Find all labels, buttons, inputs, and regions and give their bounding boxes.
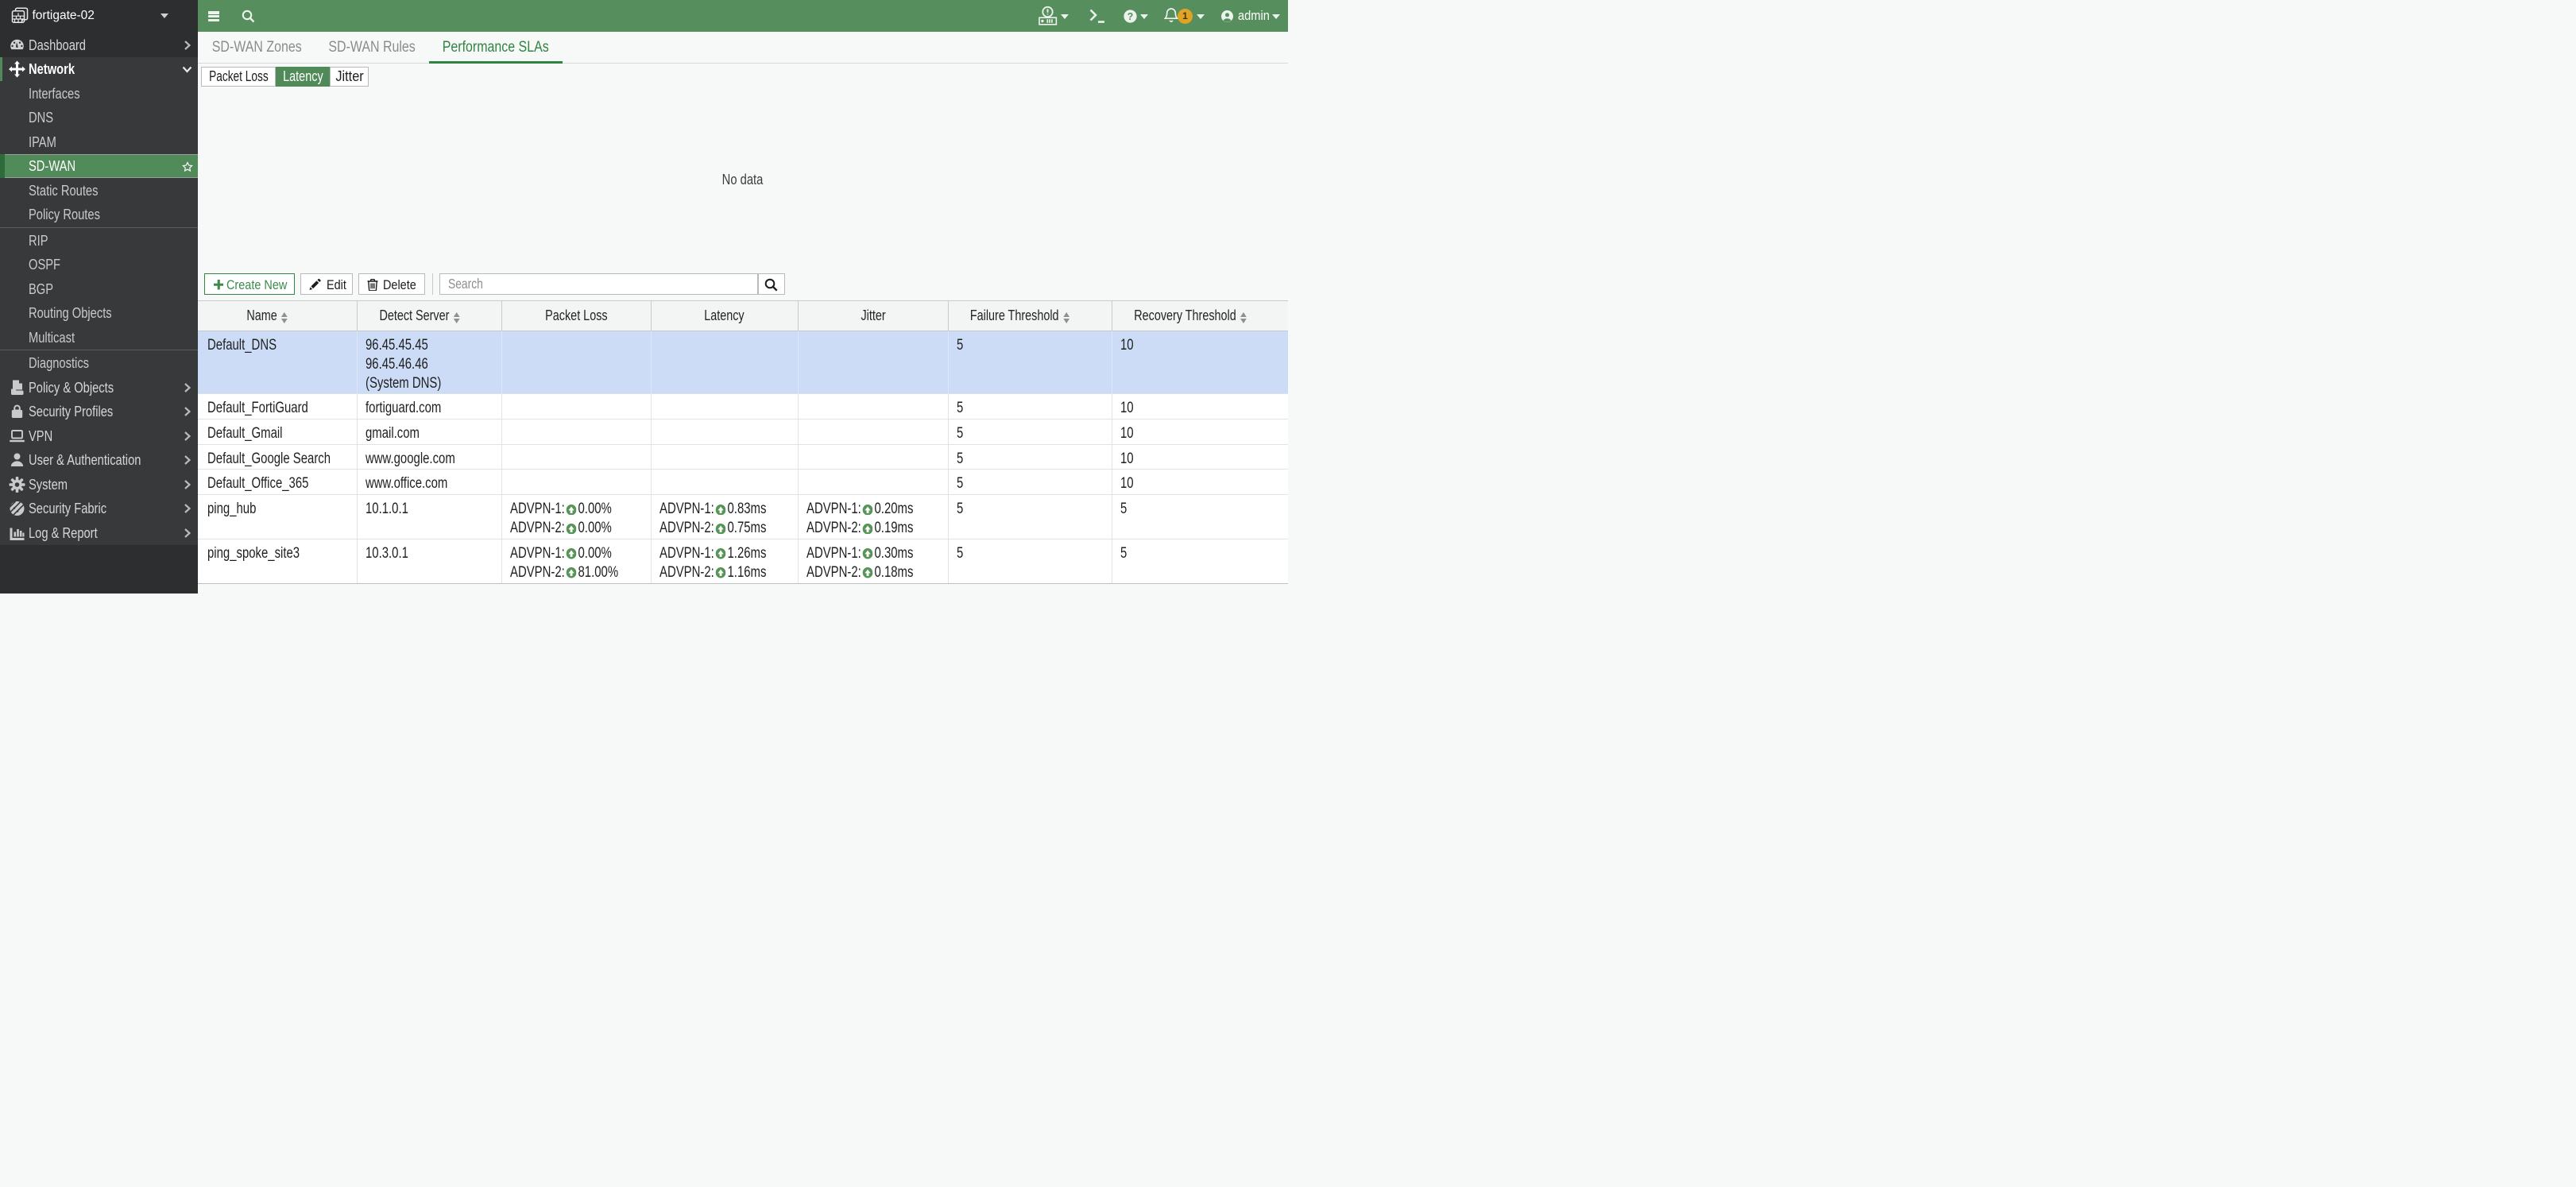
svg-text:?: ?: [1127, 11, 1133, 22]
